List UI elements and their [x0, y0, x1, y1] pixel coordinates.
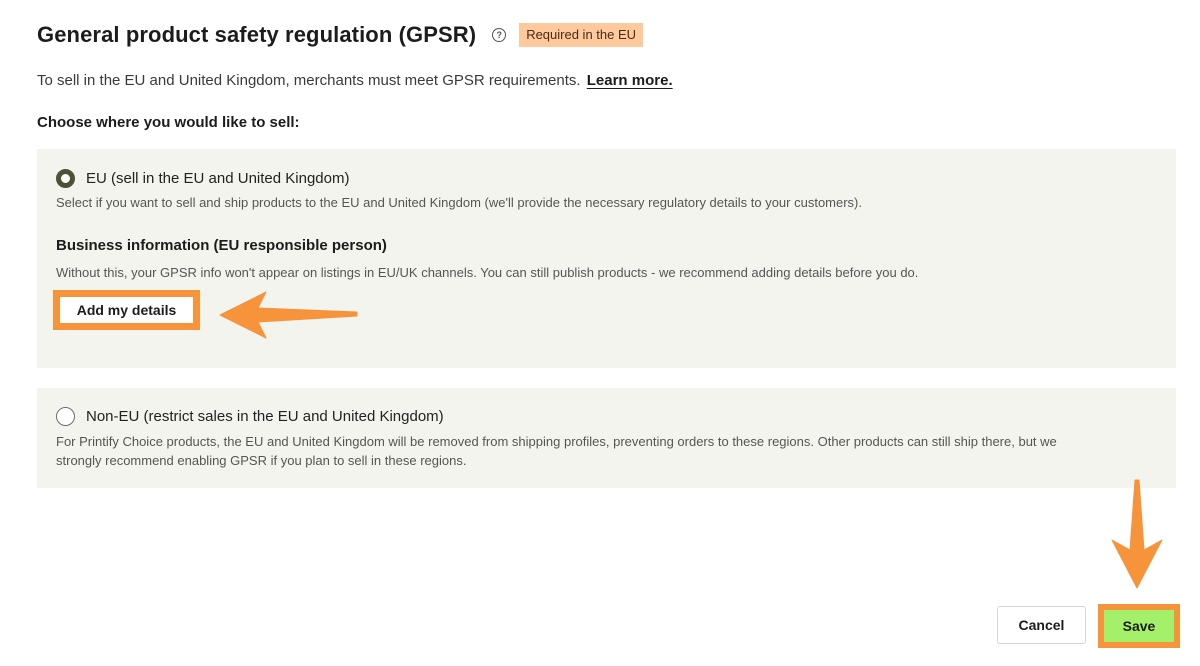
radio-non-eu[interactable] — [56, 407, 75, 426]
arrow-down-icon — [1111, 479, 1163, 589]
choose-label: Choose where you would like to sell: — [37, 114, 300, 131]
save-highlight: Save — [1098, 604, 1180, 648]
page-title: General product safety regulation (GPSR) — [37, 22, 477, 47]
required-badge: Required in the EU — [519, 23, 644, 47]
business-info-title: Business information (EU responsible per… — [56, 237, 387, 254]
radio-row-eu[interactable]: EU (sell in the EU and United Kingdom) — [56, 169, 349, 188]
cancel-button[interactable]: Cancel — [997, 606, 1086, 644]
radio-row-non-eu[interactable]: Non-EU (restrict sales in the EU and Uni… — [56, 407, 444, 426]
intro-description: To sell in the EU and United Kingdom, me… — [37, 72, 581, 89]
intro-text: To sell in the EU and United Kingdom, me… — [37, 72, 673, 89]
radio-eu[interactable] — [56, 169, 75, 188]
header: General product safety regulation (GPSR)… — [37, 22, 644, 48]
option-card-eu: EU (sell in the EU and United Kingdom) S… — [37, 149, 1176, 368]
add-details-highlight: Add my details — [53, 290, 200, 330]
radio-label-non-eu: Non-EU (restrict sales in the EU and Uni… — [86, 408, 444, 425]
option-desc-non-eu-line1: For Printify Choice products, the EU and… — [56, 434, 1057, 449]
save-button[interactable]: Save — [1104, 610, 1174, 642]
option-desc-eu: Select if you want to sell and ship prod… — [56, 195, 862, 210]
add-my-details-button[interactable]: Add my details — [60, 297, 193, 323]
option-card-non-eu: Non-EU (restrict sales in the EU and Uni… — [37, 388, 1176, 488]
option-desc-non-eu-line2: strongly recommend enabling GPSR if you … — [56, 453, 467, 468]
business-info-desc: Without this, your GPSR info won't appea… — [56, 265, 919, 280]
arrow-left-icon — [219, 291, 358, 339]
help-circle-icon[interactable]: ? — [492, 28, 507, 42]
learn-more-link[interactable]: Learn more. — [587, 72, 673, 89]
radio-label-eu: EU (sell in the EU and United Kingdom) — [86, 170, 350, 187]
